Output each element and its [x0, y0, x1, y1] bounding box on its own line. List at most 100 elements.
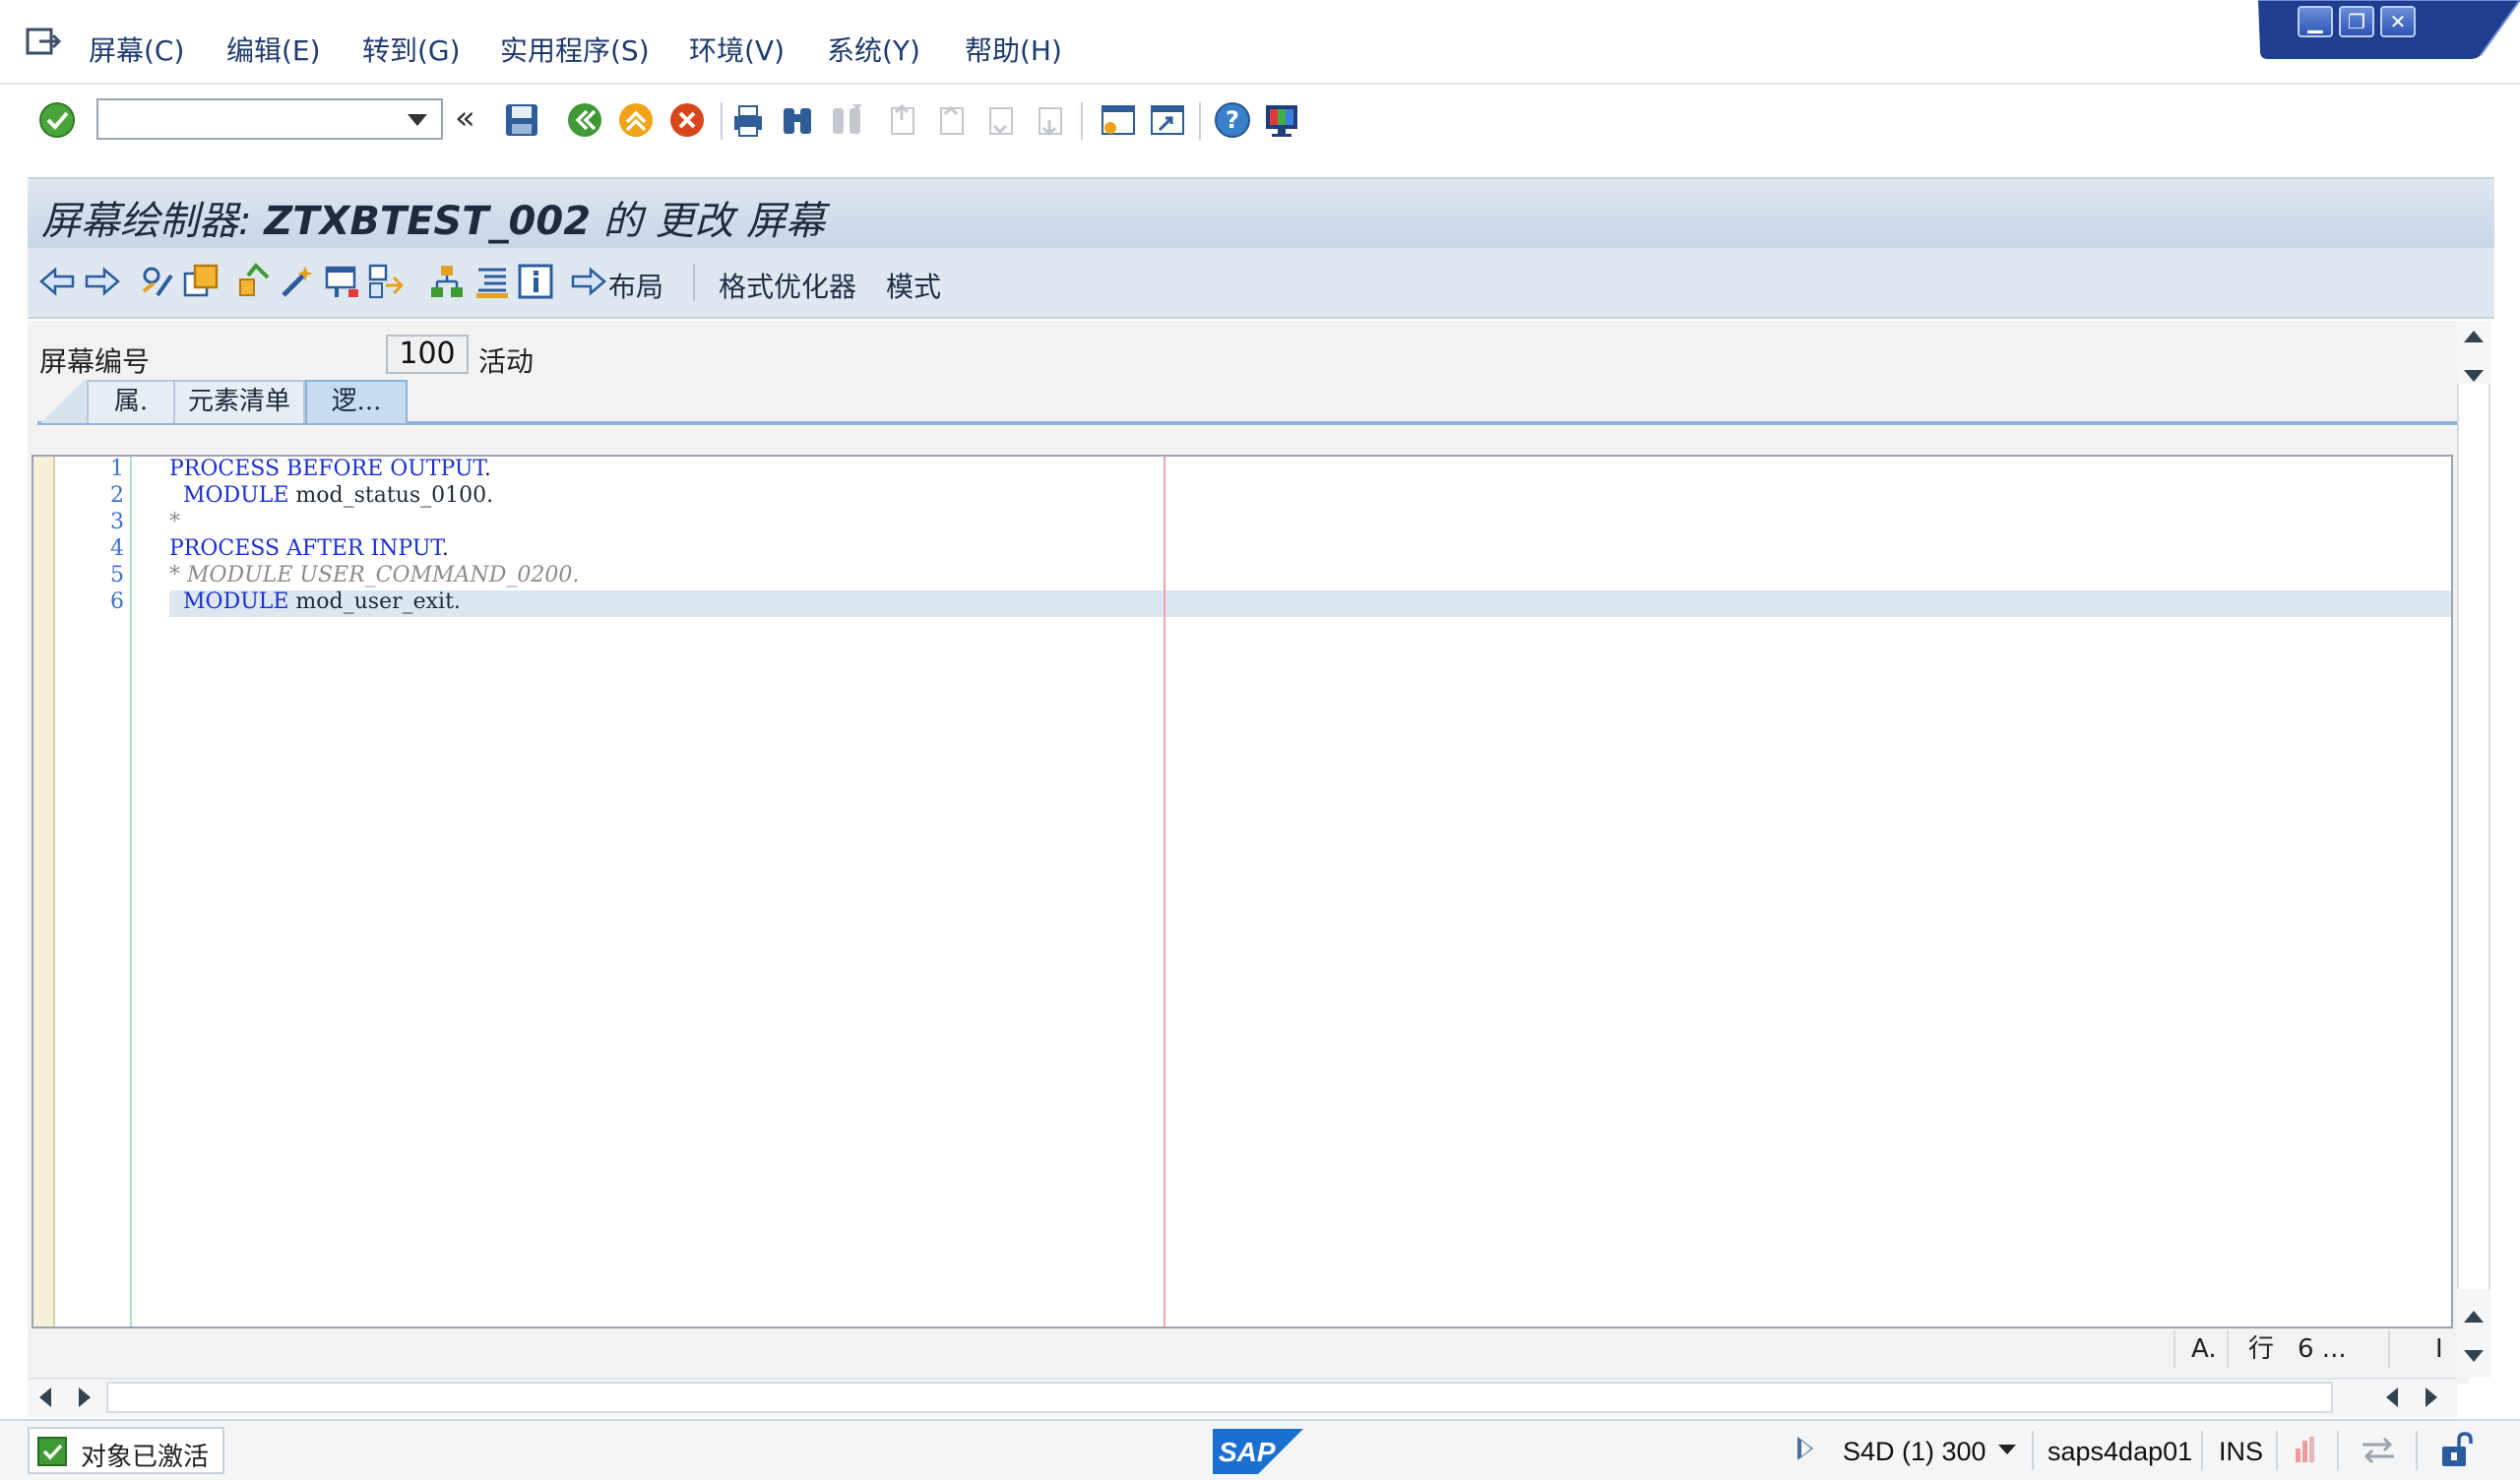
- command-field[interactable]: [96, 98, 443, 140]
- menu-utilities[interactable]: 实用程序(S): [500, 30, 650, 69]
- menu-environment[interactable]: 环境(V): [689, 30, 785, 69]
- tab-flow-logic[interactable]: 逻...: [305, 380, 408, 423]
- exit-icon[interactable]: [616, 100, 656, 140]
- code-line[interactable]: * MODULE USER_COMMAND_0200.: [169, 563, 579, 587]
- performance-icon: [2294, 1435, 2315, 1464]
- active-inactive-icon[interactable]: [181, 262, 220, 301]
- pattern-button[interactable]: 模式: [886, 266, 941, 305]
- line-number: 6: [110, 589, 124, 614]
- back-arrow-icon[interactable]: [37, 262, 77, 301]
- lock-icon[interactable]: [2439, 1431, 2475, 1470]
- customize-layout-icon[interactable]: [1262, 100, 1301, 140]
- find-next-icon[interactable]: [827, 100, 866, 140]
- menu-screen[interactable]: 屏幕(C): [89, 30, 184, 69]
- new-session-icon[interactable]: [1099, 100, 1138, 140]
- screen-number-field[interactable]: 100: [386, 335, 469, 374]
- code-keyword: PROCESS AFTER INPUT: [169, 536, 442, 561]
- close-icon[interactable]: ✕: [2380, 6, 2416, 37]
- vertical-scroll-thumb[interactable]: [2457, 384, 2490, 1289]
- scroll-left-icon[interactable]: [2386, 1388, 2398, 1407]
- column-marker: I: [2435, 1334, 2443, 1364]
- status-message[interactable]: 对象已激活: [28, 1427, 224, 1474]
- pretty-print-icon[interactable]: [472, 262, 512, 301]
- tab-attributes[interactable]: 属.: [87, 380, 175, 423]
- code-text: mod_user_exit.: [288, 589, 461, 614]
- activate-icon[interactable]: [278, 262, 317, 301]
- system-dropdown-icon[interactable]: [1998, 1445, 2016, 1454]
- code-line[interactable]: MODULE mod_status_0100.: [169, 483, 493, 508]
- minimize-icon[interactable]: ▁: [2298, 6, 2333, 37]
- layout-arrow-icon[interactable]: [569, 262, 608, 301]
- scroll-right-icon[interactable]: [2426, 1388, 2437, 1407]
- line-number: 1: [110, 457, 124, 481]
- menu-system[interactable]: 系统(Y): [827, 30, 920, 69]
- toolbar-separator: [1081, 102, 1083, 140]
- tab-strip-lead: [37, 380, 87, 423]
- restore-icon[interactable]: ❐: [2339, 6, 2374, 37]
- menu-edit[interactable]: 编辑(E): [226, 30, 321, 69]
- cancel-icon[interactable]: [667, 100, 707, 140]
- info-icon[interactable]: [516, 262, 555, 301]
- status-message-text: 对象已激活: [81, 1443, 210, 1472]
- enter-icon[interactable]: [37, 100, 77, 140]
- line-number: 3: [110, 510, 124, 534]
- collapse-icon[interactable]: «: [455, 100, 494, 140]
- prev-page-icon[interactable]: [931, 100, 971, 140]
- sap-logo: SAP: [1213, 1429, 1303, 1474]
- title-bar: 屏幕绘制器: ZTXBTEST_002 的 更改 屏幕: [28, 177, 2494, 248]
- server-name: saps4dap01: [2048, 1437, 2193, 1466]
- scroll-down-icon[interactable]: [2464, 1350, 2484, 1362]
- right-margin-line: [1164, 457, 1166, 1326]
- check-icon[interactable]: [234, 262, 274, 301]
- hierarchy-icon[interactable]: [427, 262, 467, 301]
- menu-help[interactable]: 帮助(H): [965, 30, 1062, 69]
- find-icon[interactable]: [778, 100, 817, 140]
- toolbar-separator: [721, 102, 723, 140]
- menu-goto[interactable]: 转到(G): [362, 30, 461, 69]
- code-text: .: [483, 457, 491, 481]
- scroll-left-icon[interactable]: [39, 1388, 51, 1407]
- scroll-up-icon[interactable]: [2464, 331, 2484, 342]
- code-text: mod_status_0100.: [288, 483, 494, 508]
- code-comment: * MODULE USER_COMMAND_0200.: [169, 563, 580, 587]
- print-icon[interactable]: [728, 100, 768, 140]
- next-page-icon[interactable]: [980, 100, 1020, 140]
- display-change-icon[interactable]: [138, 262, 177, 301]
- code-editor[interactable]: 1 2 3 4 5 6 PROCESS BEFORE OUTPUT. MODUL…: [32, 455, 2453, 1328]
- dropdown-icon[interactable]: [408, 114, 427, 126]
- last-page-icon[interactable]: [1030, 100, 1069, 140]
- scroll-down-icon[interactable]: [2464, 370, 2484, 382]
- scroll-right-icon[interactable]: [79, 1388, 91, 1407]
- pretty-printer-button[interactable]: 格式优化器: [719, 266, 856, 305]
- first-page-icon[interactable]: [882, 100, 921, 140]
- code-keyword: PROCESS BEFORE OUTPUT: [169, 457, 484, 481]
- title-prefix: 屏幕绘制器:: [41, 199, 252, 244]
- tab-element-list[interactable]: 元素清单: [173, 380, 305, 423]
- code-text: .: [441, 536, 449, 561]
- code-line[interactable]: *: [169, 510, 180, 534]
- title-suffix: 的 更改 屏幕: [602, 199, 826, 244]
- back-icon[interactable]: [565, 100, 604, 140]
- editor-mode: A.: [2191, 1334, 2217, 1364]
- scroll-up-icon[interactable]: [2464, 1311, 2484, 1323]
- help-icon[interactable]: ?: [1213, 100, 1252, 140]
- shortcut-icon[interactable]: [1148, 100, 1187, 140]
- code-line[interactable]: PROCESS AFTER INPUT.: [169, 536, 449, 561]
- success-check-icon: [37, 1437, 67, 1466]
- layout-editor-icon[interactable]: [323, 262, 362, 301]
- screen-status: 活动: [478, 345, 535, 378]
- menu-bar: 屏幕(C) 编辑(E) 转到(G) 实用程序(S) 环境(V) 系统(Y) 帮助…: [0, 0, 2520, 85]
- system-info[interactable]: S4D (1) 300: [1843, 1437, 1986, 1467]
- menu-open-icon[interactable]: [26, 28, 62, 57]
- line-label: 行: [2248, 1334, 2275, 1364]
- insert-mode[interactable]: INS: [2219, 1437, 2263, 1467]
- code-line[interactable]: PROCESS BEFORE OUTPUT.: [169, 457, 491, 481]
- code-comment: *: [169, 510, 180, 534]
- layout-button[interactable]: 布局: [608, 266, 663, 305]
- horizontal-scroll-thumb[interactable]: [106, 1382, 2333, 1413]
- forward-arrow-icon[interactable]: [83, 262, 122, 301]
- element-list-icon[interactable]: [366, 262, 406, 301]
- code-line[interactable]: MODULE mod_user_exit.: [169, 589, 461, 614]
- save-icon[interactable]: [502, 100, 541, 140]
